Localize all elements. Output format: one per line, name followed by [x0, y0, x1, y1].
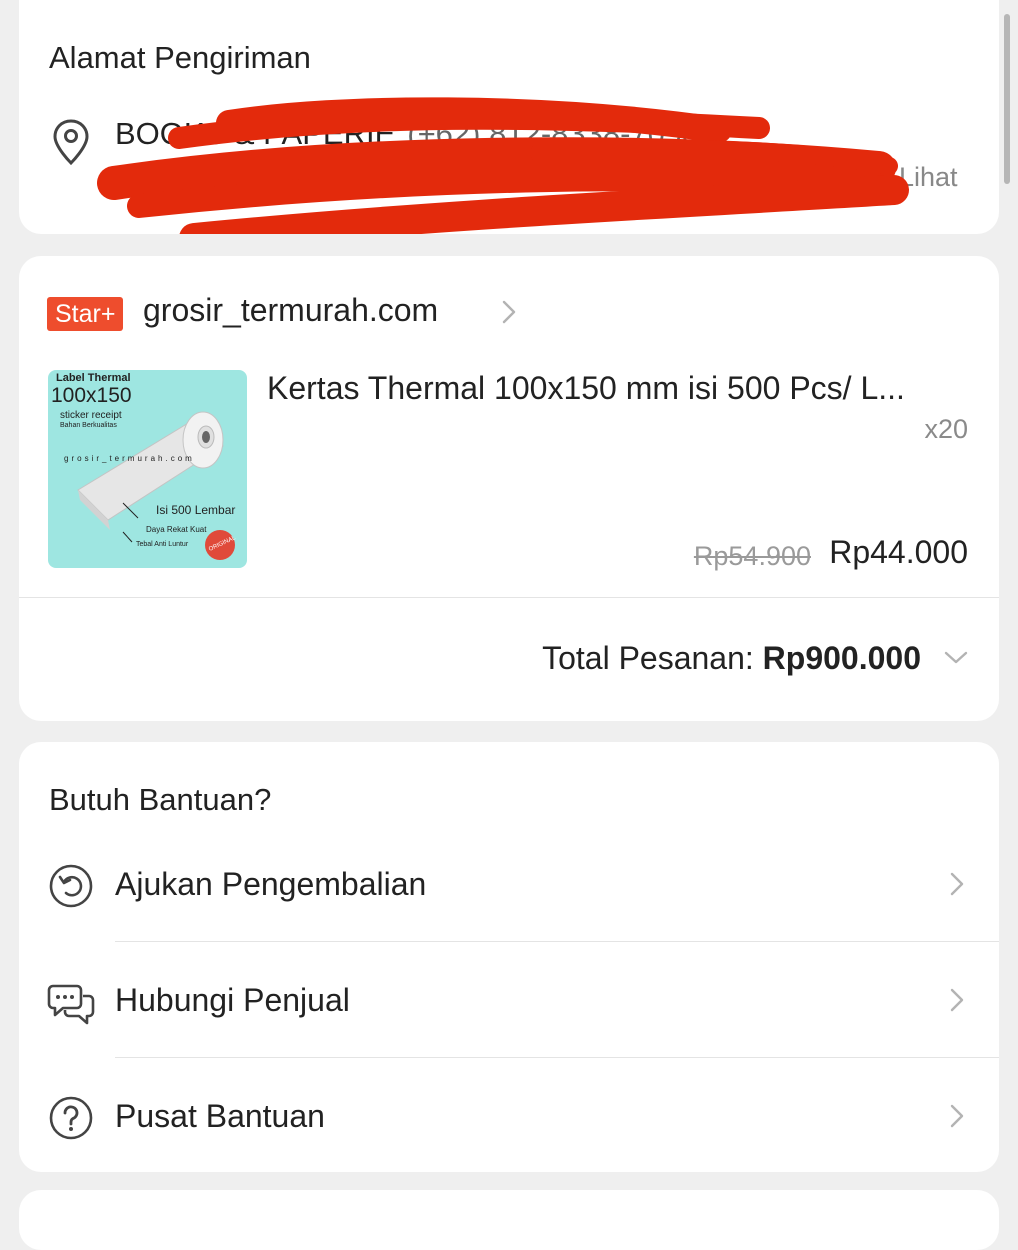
help-item-help-center[interactable]: Pusat Bantuan: [19, 1058, 999, 1172]
total-label: Total Pesanan:: [542, 640, 754, 676]
chevron-right-icon: [950, 1104, 964, 1128]
recipient-phone: (+62) 812-8338-7093: [407, 116, 700, 151]
total-value: Rp900.000: [762, 640, 921, 676]
help-item-label: Pusat Bantuan: [115, 1098, 325, 1134]
recipient-line: BOOKS & PAPERIE (+62) 812-8338-7093: [115, 116, 699, 152]
product-name[interactable]: Kertas Thermal 100x150 mm isi 500 Pcs/ L…: [267, 370, 967, 407]
help-item-return[interactable]: Ajukan Pengembalian: [19, 826, 999, 942]
chevron-right-icon: [950, 988, 964, 1012]
help-item-label: Hubungi Penjual: [115, 982, 350, 1018]
location-pin-icon: [53, 119, 89, 166]
shop-name-link[interactable]: grosir_termurah.com: [143, 292, 438, 329]
next-card: [19, 1190, 999, 1250]
help-item-contact-seller[interactable]: Hubungi Penjual: [19, 942, 999, 1058]
address-street: Jl Harapan Kita Blok E2 no 9, Bencongan,…: [111, 162, 825, 192]
return-icon: [49, 864, 93, 908]
shipping-address-card[interactable]: Alamat Pengiriman BOOKS & PAPERIE (+62) 8…: [19, 0, 999, 234]
price-final: Rp44.000: [829, 534, 968, 570]
chat-icon: [47, 984, 95, 1025]
order-total[interactable]: Total Pesanan: Rp900.000: [542, 640, 921, 677]
star-plus-badge: Star+: [47, 297, 124, 331]
help-title: Butuh Bantuan?: [49, 782, 272, 817]
chevron-right-icon: [950, 872, 964, 896]
thumb-count: Isi 500 Lembar: [156, 503, 236, 517]
thumb-feature-2: Tebal Anti Luntur: [136, 541, 189, 548]
order-divider: [19, 597, 999, 598]
thumb-brand: grosir_termurah.com: [64, 454, 195, 463]
product-quantity: x20: [924, 414, 968, 444]
price-original: Rp54.900: [693, 541, 811, 571]
thumb-feature-1: Daya Rekat Kuat: [146, 525, 207, 534]
thermal-roll-illustration: [77, 411, 235, 560]
product-thumbnail[interactable]: Label Thermal 100x150 sticker receipt Ba…: [48, 370, 247, 568]
help-item-label: Ajukan Pengembalian: [115, 866, 427, 902]
recipient-name: BOOKS & PAPERIE: [115, 116, 396, 151]
chevron-down-icon[interactable]: [944, 651, 968, 665]
scrollbar[interactable]: [1004, 14, 1010, 184]
order-card: Star+ grosir_termurah.com Label Thermal …: [19, 256, 999, 721]
help-circle-icon: [49, 1096, 93, 1140]
chevron-right-icon[interactable]: [502, 300, 516, 324]
address-more-link[interactable]: Lihat: [899, 162, 958, 193]
help-card: Butuh Bantuan? Ajukan Pengembalian Hubun…: [19, 742, 999, 1172]
address-title: Alamat Pengiriman: [49, 40, 311, 75]
